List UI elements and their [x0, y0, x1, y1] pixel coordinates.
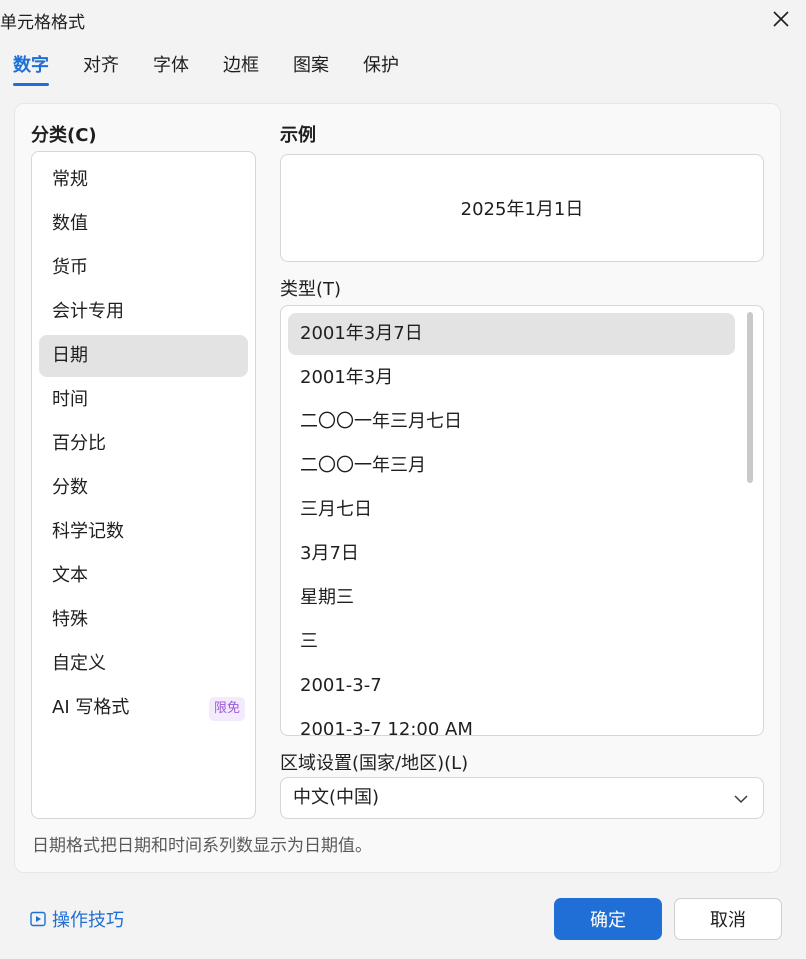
category-item-fraction[interactable]: 分数 [39, 467, 248, 509]
region-value: 中文(中国) [293, 787, 380, 808]
close-button[interactable] [770, 8, 792, 30]
category-item-ai-format[interactable]: AI 写格式 限免 [39, 687, 248, 729]
dialog-title: 单元格格式 [0, 13, 85, 33]
ok-button[interactable]: 确定 [554, 898, 662, 940]
type-label: 类型(T) [280, 279, 342, 300]
category-item-special[interactable]: 特殊 [39, 599, 248, 641]
free-badge: 限免 [208, 697, 245, 721]
category-item-currency[interactable]: 货币 [39, 247, 248, 289]
chevron-down-icon [734, 795, 748, 804]
region-select[interactable]: 中文(中国) [280, 777, 764, 819]
category-item-text[interactable]: 文本 [39, 555, 248, 597]
category-label: 分类(C) [31, 125, 97, 146]
category-item-general[interactable]: 常规 [39, 159, 248, 201]
close-icon [773, 11, 789, 27]
category-item-date[interactable]: 日期 [39, 335, 248, 377]
type-item[interactable]: 三月七日 [288, 489, 735, 531]
type-item[interactable]: 2001年3月 [288, 357, 735, 399]
type-item[interactable]: 2001-3-7 12:00 AM [288, 709, 735, 735]
sample-label: 示例 [280, 125, 316, 146]
sample-value: 2025年1月1日 [460, 199, 584, 220]
type-item[interactable]: 星期三 [288, 577, 735, 619]
category-item-accounting[interactable]: 会计专用 [39, 291, 248, 333]
sample-preview: 2025年1月1日 [280, 154, 764, 262]
type-item[interactable]: 二〇〇一年三月七日 [288, 401, 735, 443]
type-item[interactable]: 3月7日 [288, 533, 735, 575]
title-bar: 单元格格式 [0, 0, 806, 42]
tips-link[interactable]: 操作技巧 [30, 905, 124, 933]
type-item[interactable]: 三 [288, 621, 735, 663]
category-item-label: AI 写格式 [52, 697, 130, 718]
play-icon [30, 911, 46, 927]
tips-label: 操作技巧 [52, 910, 124, 931]
category-item-scientific[interactable]: 科学记数 [39, 511, 248, 553]
category-item-number[interactable]: 数值 [39, 203, 248, 245]
tab-protection[interactable]: 保护 [363, 52, 399, 86]
type-list-scrollbar[interactable] [747, 312, 753, 483]
tab-bar: 数字 对齐 字体 边框 图案 保护 [0, 52, 806, 92]
category-list: 常规 数值 货币 会计专用 日期 时间 百分比 分数 科学记数 文本 特殊 自定… [31, 151, 256, 819]
type-item[interactable]: 2001年3月7日 [288, 313, 735, 355]
type-list: 2001年3月7日 2001年3月 二〇〇一年三月七日 二〇〇一年三月 三月七日… [280, 305, 764, 736]
region-label: 区域设置(国家/地区)(L) [280, 753, 469, 774]
tab-alignment[interactable]: 对齐 [83, 52, 119, 86]
category-item-percentage[interactable]: 百分比 [39, 423, 248, 465]
cancel-button[interactable]: 取消 [674, 898, 782, 940]
tab-border[interactable]: 边框 [223, 52, 259, 86]
category-item-time[interactable]: 时间 [39, 379, 248, 421]
type-item[interactable]: 2001-3-7 [288, 665, 735, 707]
format-description: 日期格式把日期和时间系列数显示为日期值。 [32, 836, 372, 856]
category-item-custom[interactable]: 自定义 [39, 643, 248, 685]
tab-number[interactable]: 数字 [13, 52, 49, 86]
type-item[interactable]: 二〇〇一年三月 [288, 445, 735, 487]
tab-pattern[interactable]: 图案 [293, 52, 329, 86]
tab-font[interactable]: 字体 [153, 52, 189, 86]
